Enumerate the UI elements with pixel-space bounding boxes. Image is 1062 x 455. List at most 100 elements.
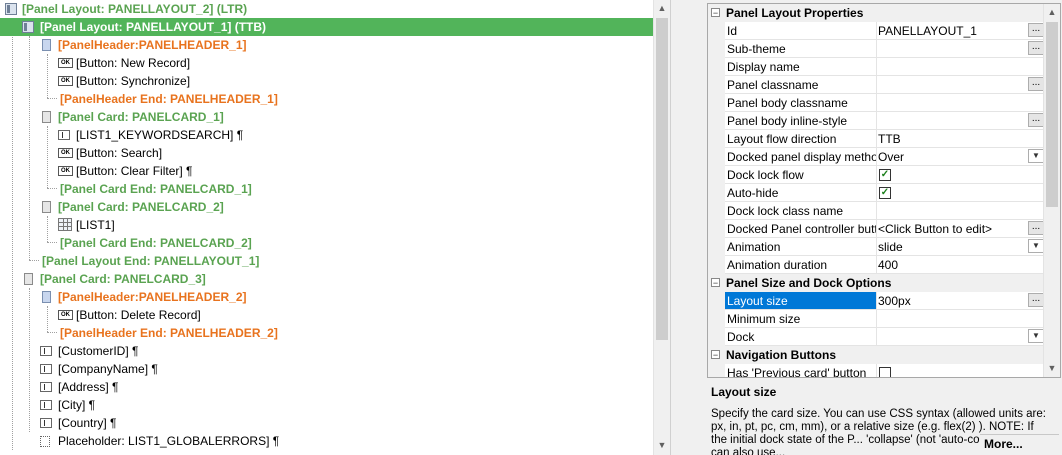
- property-name[interactable]: Display name: [725, 58, 877, 76]
- property-name[interactable]: Sub-theme: [725, 40, 877, 58]
- tree-row[interactable]: Placeholder: LIST1_GLOBALERRORS] ¶: [0, 432, 654, 450]
- tree-row[interactable]: [PanelHeader:PANELHEADER_2]: [0, 288, 654, 306]
- tree-row[interactable]: OK [Button: Delete Record]: [0, 306, 654, 324]
- property-value[interactable]: Over ▼: [876, 148, 1046, 166]
- property-name[interactable]: Animation duration: [725, 256, 877, 274]
- property-row[interactable]: Panel body classname: [708, 94, 1046, 112]
- scroll-down-arrow-icon[interactable]: ▼: [654, 437, 670, 453]
- property-checkbox[interactable]: ✓: [879, 187, 891, 199]
- property-scrollbar[interactable]: ▲ ▼: [1043, 4, 1060, 377]
- tree-row[interactable]: OK [Button: New Record]: [0, 54, 654, 72]
- property-row[interactable]: Docked Panel controller button <Click But…: [708, 220, 1046, 238]
- dropdown-arrow-icon[interactable]: ▼: [1028, 329, 1044, 343]
- tree-row[interactable]: [Panel Card: PANELCARD_3]: [0, 270, 654, 288]
- tree-row[interactable]: [Panel Card: PANELCARD_2]: [0, 198, 654, 216]
- property-value[interactable]: ▼: [876, 328, 1046, 346]
- property-name[interactable]: Layout size: [725, 292, 877, 310]
- property-row[interactable]: Dock lock class name: [708, 202, 1046, 220]
- property-name[interactable]: Auto-hide: [725, 184, 877, 202]
- tree-row[interactable]: [LIST1]: [0, 216, 654, 234]
- property-category[interactable]: − Panel Layout Properties: [708, 4, 1044, 22]
- property-name[interactable]: Id: [725, 22, 877, 40]
- property-value[interactable]: [876, 94, 1046, 112]
- property-name[interactable]: Minimum size: [725, 310, 877, 328]
- property-value[interactable]: ✓: [876, 184, 1046, 202]
- tree-row[interactable]: [PanelHeader End: PANELHEADER_1]: [0, 90, 654, 108]
- dropdown-arrow-icon[interactable]: ▼: [1028, 239, 1044, 253]
- scrollbar-thumb[interactable]: [656, 18, 668, 340]
- property-row[interactable]: Display name: [708, 58, 1046, 76]
- property-value[interactable]: ✓: [876, 166, 1046, 184]
- more-button[interactable]: More...: [980, 434, 1059, 455]
- property-value[interactable]: <Click Button to edit>...: [876, 220, 1046, 238]
- property-name[interactable]: Layout flow direction: [725, 130, 877, 148]
- property-name[interactable]: Panel body classname: [725, 94, 877, 112]
- property-value[interactable]: [876, 310, 1046, 328]
- tree-row[interactable]: OK [Button: Synchronize]: [0, 72, 654, 90]
- tree-row[interactable]: [PanelHeader End: PANELHEADER_2]: [0, 324, 654, 342]
- layout-tree[interactable]: [Panel Layout: PANELLAYOUT_2] (LTR) [Pane…: [0, 0, 671, 455]
- property-row[interactable]: Docked panel display method Over ▼: [708, 148, 1046, 166]
- property-name[interactable]: Dock lock class name: [725, 202, 877, 220]
- ellipsis-button[interactable]: ...: [1028, 23, 1044, 37]
- property-row[interactable]: Layout flow direction TTB: [708, 130, 1046, 148]
- tree-row[interactable]: [CompanyName] ¶: [0, 360, 654, 378]
- property-value[interactable]: slide ▼: [876, 238, 1046, 256]
- property-value[interactable]: 400: [876, 256, 1046, 274]
- property-name[interactable]: Docked panel display method: [725, 148, 877, 166]
- property-row[interactable]: Dock lock flow ✓: [708, 166, 1046, 184]
- ellipsis-button[interactable]: ...: [1028, 113, 1044, 127]
- property-name[interactable]: Has 'Previous card' button: [725, 364, 877, 377]
- property-name[interactable]: Panel classname: [725, 76, 877, 94]
- ellipsis-button[interactable]: ...: [1028, 221, 1044, 235]
- scroll-up-arrow-icon[interactable]: ▲: [1044, 4, 1060, 20]
- property-value[interactable]: PANELLAYOUT_1...: [876, 22, 1046, 40]
- tree-row[interactable]: [PanelHeader:PANELHEADER_1]: [0, 36, 654, 54]
- property-row[interactable]: Panel classname...: [708, 76, 1046, 94]
- property-value[interactable]: ...: [876, 40, 1046, 58]
- property-row[interactable]: Animation slide ▼: [708, 238, 1046, 256]
- property-value[interactable]: [876, 364, 1046, 377]
- tree-row[interactable]: OK [Button: Clear Filter] ¶: [0, 162, 654, 180]
- property-row[interactable]: Layout size 300px...: [708, 292, 1046, 310]
- property-category[interactable]: − Navigation Buttons: [708, 346, 1044, 364]
- tree-row[interactable]: [CustomerID] ¶: [0, 342, 654, 360]
- tree-row[interactable]: [Panel Layout: PANELLAYOUT_1] (TTB): [0, 18, 654, 36]
- property-name[interactable]: Docked Panel controller button: [725, 220, 877, 238]
- property-row[interactable]: Auto-hide ✓: [708, 184, 1046, 202]
- property-name[interactable]: Panel body inline-style: [725, 112, 877, 130]
- property-value[interactable]: [876, 58, 1046, 76]
- property-row[interactable]: Animation duration 400: [708, 256, 1046, 274]
- property-name[interactable]: Animation: [725, 238, 877, 256]
- property-row[interactable]: Minimum size: [708, 310, 1046, 328]
- scroll-up-arrow-icon[interactable]: ▲: [654, 0, 670, 16]
- scroll-down-arrow-icon[interactable]: ▼: [1044, 360, 1060, 376]
- dropdown-arrow-icon[interactable]: ▼: [1028, 149, 1044, 163]
- property-value[interactable]: ...: [876, 112, 1046, 130]
- tree-row[interactable]: [Panel Layout End: PANELLAYOUT_1]: [0, 252, 654, 270]
- collapse-toggle-icon[interactable]: −: [711, 350, 720, 360]
- tree-scrollbar[interactable]: ▲ ▼: [653, 0, 670, 455]
- property-row[interactable]: Sub-theme...: [708, 40, 1046, 58]
- ellipsis-button[interactable]: ...: [1028, 293, 1044, 307]
- property-grid[interactable]: − Panel Layout Properties Id PANELLAYOUT_1.…: [707, 3, 1061, 378]
- tree-row[interactable]: [Panel Card End: PANELCARD_2]: [0, 234, 654, 252]
- property-value[interactable]: ...: [876, 76, 1046, 94]
- ellipsis-button[interactable]: ...: [1028, 41, 1044, 55]
- property-checkbox[interactable]: [879, 367, 891, 377]
- tree-row[interactable]: OK [Button: Search]: [0, 144, 654, 162]
- tree-row[interactable]: [Panel Card End: PANELCARD_1]: [0, 180, 654, 198]
- tree-row[interactable]: [Country] ¶: [0, 414, 654, 432]
- property-row[interactable]: Id PANELLAYOUT_1...: [708, 22, 1046, 40]
- property-row[interactable]: Has 'Previous card' button: [708, 364, 1046, 377]
- property-category[interactable]: − Panel Size and Dock Options: [708, 274, 1044, 292]
- property-row[interactable]: Panel body inline-style...: [708, 112, 1046, 130]
- property-checkbox[interactable]: ✓: [879, 169, 891, 181]
- property-value[interactable]: 300px...: [876, 292, 1046, 310]
- property-row[interactable]: Dock ▼: [708, 328, 1046, 346]
- property-value[interactable]: [876, 202, 1046, 220]
- tree-row[interactable]: [Panel Layout: PANELLAYOUT_2] (LTR): [0, 0, 654, 18]
- property-value[interactable]: TTB: [876, 130, 1046, 148]
- property-name[interactable]: Dock lock flow: [725, 166, 877, 184]
- ellipsis-button[interactable]: ...: [1028, 77, 1044, 91]
